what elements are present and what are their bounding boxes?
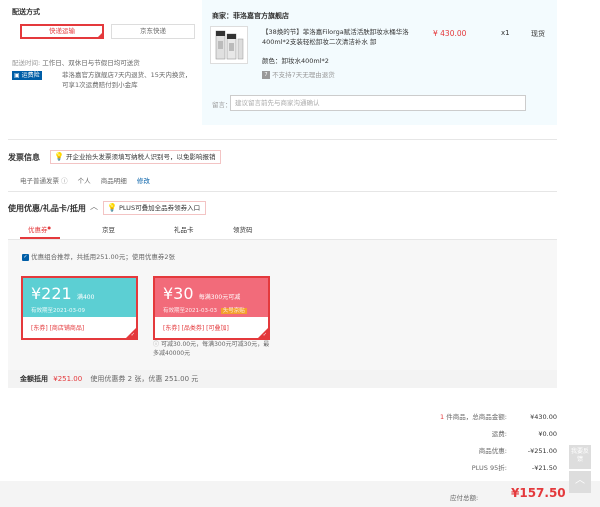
plus-coupon-tip[interactable]: 💡 PLUS可叠加全品券领券入口 — [103, 201, 207, 215]
coupon-amount-row: ¥30 每满300元可减 — [163, 284, 240, 303]
invoice-detail: 商品明细 — [100, 177, 127, 185]
delivery-time: 配送时间: 工作日、双休日与节假日均可送货 — [12, 57, 140, 67]
merchant-name[interactable]: 菲洛嘉官方旗舰店 — [233, 12, 289, 20]
tab-marker: ● — [47, 224, 52, 230]
goods-total-value: ¥430.00 — [530, 413, 557, 421]
tab-active-indicator — [20, 237, 60, 239]
coupon-combo: ✓ 优惠组合推荐，共抵用251.00元；使用优惠券2张 — [22, 251, 175, 261]
coupon-summary-suffix: 使用优惠券 2 张，优惠 251.00 元 — [90, 375, 199, 383]
coupon-valid-text: 有效期至2021-03-03 — [163, 308, 217, 314]
product-title[interactable]: 【38焕的节】菲洛嘉Filorga赋活活肤卸妆水桶华洛400ml*2支装轻松卸妆… — [262, 27, 414, 47]
shield-icon: ▣ — [14, 72, 20, 79]
tab-coupons[interactable]: 优惠券● — [28, 224, 51, 234]
no-return-icon: 7 — [262, 71, 270, 79]
freight-insurance-badge-text: 运费险 — [21, 72, 40, 79]
product-qty: x1 — [501, 29, 510, 37]
coupon-badge: 头号京贴 — [220, 308, 247, 314]
shipping-panel: 配送方式 快递运输 京东快递 配送时间: 工作日、双休日与节假日均可送货 ▣ 运… — [8, 0, 198, 125]
invoice-tip-text: 开企业抬头发票须填写纳税人识别号，以免影响报销 — [65, 153, 216, 161]
coupon-summary-amount: ¥251.00 — [53, 375, 83, 383]
shipping-title: 配送方式 — [12, 8, 40, 16]
freight-insurance-badge[interactable]: ▣ 运费险 — [12, 71, 42, 80]
coupon-title: 使用优惠/礼品卡/抵用 — [8, 204, 86, 213]
payable-bar: 应付总额: ¥157.50 — [0, 481, 600, 507]
feedback-button[interactable]: 我要反馈 — [569, 445, 591, 469]
coupon-summary-prefix: 金额抵用 — [20, 375, 48, 383]
tab-redeem-code[interactable]: 领货码 — [233, 224, 253, 234]
delivery-time-value: 工作日、双休日与节假日均可送货 — [42, 59, 140, 67]
merchant: 商家：菲洛嘉官方旗舰店 — [212, 11, 289, 21]
invoice-details: 电子普通发票 ⓘ 个人 商品明细 修改 — [20, 175, 150, 185]
invoice-title: 发票信息 — [8, 153, 40, 162]
info-icon[interactable]: ⓘ — [61, 177, 68, 185]
coupon-condition: 满400 — [76, 294, 95, 301]
discount-row: 商品优惠: -¥251.00 — [257, 445, 557, 455]
no-return-notice: 7 不支持7天无理由退货 — [262, 69, 335, 79]
coupon-tags: [东券] [品类券] [可叠加] — [163, 325, 229, 332]
delivery-time-label: 配送时间: — [12, 59, 41, 67]
coupon-tabs: 优惠券● 京豆 礼品卡 领货码 — [8, 218, 557, 240]
check-icon: ✓ — [262, 332, 267, 338]
product-image[interactable] — [210, 26, 248, 64]
product-bottles-icon — [215, 30, 244, 60]
back-to-top-icon[interactable]: ︿ — [569, 471, 591, 493]
coupon-card[interactable]: ¥221 满400 有效期至2021-03-09 [东券] [商店铺商品] ✓ — [21, 276, 138, 340]
freight-row: 运费: ¥0.00 — [257, 428, 557, 438]
check-icon: ✓ — [130, 332, 135, 338]
lightbulb-icon: 💡 — [107, 203, 117, 212]
product-color: 颜色：卸妆水400ml*2 — [262, 55, 329, 65]
coupon-valid: 有效期至2021-03-03 头号京贴 — [163, 306, 247, 314]
coupon-condition: 每满300元可减 — [198, 294, 241, 301]
shipping-option-jd[interactable]: 京东快递 — [111, 24, 195, 39]
product-color-label: 颜色： — [262, 57, 282, 65]
freight-value: ¥0.00 — [538, 430, 557, 438]
coupon-amount: ¥221 — [31, 284, 72, 303]
discount-value: -¥251.00 — [527, 447, 557, 455]
discount-label: 商品优惠: — [478, 447, 507, 455]
invoice-person: 个人 — [77, 177, 91, 185]
tab-coupons-label: 优惠券 — [28, 226, 48, 234]
plus-row: PLUS 95折: -¥21.50 — [257, 462, 557, 472]
shipping-option-express[interactable]: 快递运输 — [20, 24, 104, 39]
invoice-type: 电子普通发票 — [20, 177, 59, 185]
coupon-tags: [东券] [商店铺商品] — [31, 325, 85, 332]
invoice-tip: 💡 开企业抬头发票须填写纳税人识别号，以免影响报销 — [50, 150, 222, 164]
note-input[interactable]: 建议留言前先与商家沟通确认 — [230, 95, 526, 111]
freight-label: 运费: — [491, 430, 507, 438]
plus-coupon-tip-text: PLUS可叠加全品券领券入口 — [118, 204, 201, 212]
coupon-combo-text: 优惠组合推荐，共抵用251.00元；使用优惠券2张 — [31, 253, 175, 261]
coupon-amount: ¥30 — [163, 284, 194, 303]
collapse-toggle-icon[interactable]: ︿ — [90, 201, 98, 212]
plus-label: PLUS 95折: — [471, 464, 507, 472]
plus-value: -¥21.50 — [531, 464, 557, 472]
coupon-valid: 有效期至2021-03-09 — [31, 308, 85, 314]
divider — [8, 139, 557, 140]
checkbox-checked-icon[interactable]: ✓ — [22, 253, 29, 261]
tab-giftcard[interactable]: 礼品卡 — [174, 224, 194, 234]
payable-label: 应付总额: — [450, 494, 479, 502]
coupon-note-text: 可减30.00元，每满300元可减30元，最多减40000元 — [153, 341, 270, 357]
goods-count: 1 — [440, 413, 445, 421]
goods-total-label: 件商品，总商品金额: — [446, 413, 507, 421]
coupon-summary: 金额抵用 ¥251.00 使用优惠券 2 张，优惠 251.00 元 — [8, 370, 557, 388]
payable-value: ¥157.50 — [511, 486, 566, 500]
note-label: 留言： — [212, 101, 232, 109]
merchant-label: 商家： — [212, 12, 233, 20]
info-icon: ⓘ — [153, 341, 160, 348]
coupon-amount-row: ¥221 满400 — [31, 284, 94, 303]
product-color-value: 卸妆水400ml*2 — [281, 57, 329, 65]
tab-jingdou[interactable]: 京豆 — [102, 224, 115, 234]
product-price: ¥ 430.00 — [433, 29, 467, 38]
coupon-note: ⓘ 可减30.00元，每满300元可减30元，最多减40000元 — [153, 340, 273, 358]
coupon-card[interactable]: ¥30 每满300元可减 有效期至2021-03-03 头号京贴 [东券] [品… — [153, 276, 270, 340]
invoice-edit-link[interactable]: 修改 — [137, 177, 150, 185]
divider — [8, 191, 557, 192]
goods-total-row: 1 件商品，总商品金额: ¥430.00 — [257, 411, 557, 421]
lightbulb-icon: 💡 — [54, 152, 64, 161]
freight-insurance-text: 菲洛嘉官方旗舰店7天内退货、15天内换货，可享1次运费赔付到小金库 — [62, 71, 192, 89]
no-return-text: 不支持7天无理由退货 — [272, 71, 335, 79]
product-stock: 现货 — [531, 30, 545, 38]
